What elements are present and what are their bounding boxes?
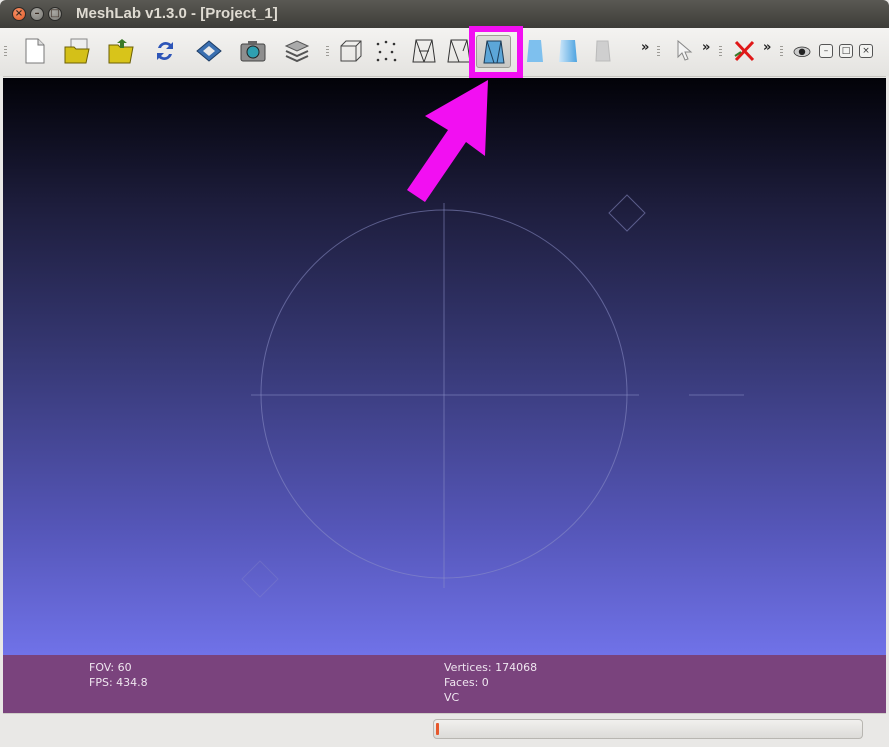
3d-viewport[interactable] [3, 78, 886, 655]
subwindow-close-button[interactable]: × [859, 44, 873, 58]
texture-mode-button[interactable] [588, 36, 618, 66]
reload-icon [157, 42, 173, 60]
toolbar-overflow-button[interactable]: » [763, 40, 771, 55]
fov-readout: FOV: 60 [89, 661, 132, 674]
delete-red-x-icon [734, 40, 755, 62]
annotation-arrow [407, 80, 488, 202]
trackball-diamond [608, 194, 646, 232]
layers-button[interactable] [282, 36, 312, 66]
close-window-button[interactable]: × [12, 7, 26, 21]
new-document-icon [25, 38, 45, 64]
bounding-box-icon [340, 40, 362, 62]
toolbar-overflow-button[interactable]: » [641, 40, 649, 55]
select-pointer-icon [677, 39, 693, 61]
wireframe-mode-button[interactable] [409, 36, 439, 66]
points-icon [376, 40, 397, 62]
import-mesh-button[interactable] [106, 36, 136, 66]
close-icon: × [14, 8, 24, 19]
progress-bar [433, 719, 863, 739]
toolbar-grip[interactable] [326, 46, 329, 56]
toolbar-grip[interactable] [780, 46, 783, 56]
title-bar: × – □ MeshLab v1.3.0 - [Project_1] [0, 0, 889, 28]
smooth-shading-icon [559, 40, 577, 62]
bounding-box-mode-button[interactable] [336, 36, 366, 66]
window-border-left [0, 76, 3, 746]
fps-readout: FPS: 434.8 [89, 676, 148, 689]
open-project-icon [64, 38, 90, 64]
minimize-icon: – [823, 46, 829, 56]
toolbar-grip[interactable] [719, 46, 722, 56]
open-folder-icon [108, 39, 134, 64]
subwindow-restore-button[interactable]: □ [839, 44, 853, 58]
maximize-window-button[interactable]: □ [48, 7, 62, 21]
maximize-icon: □ [50, 8, 60, 19]
toolbar-overflow-button[interactable]: » [702, 40, 710, 55]
trackball-diamond [241, 560, 279, 598]
view-eye-button[interactable] [790, 36, 814, 66]
annotation-highlight-box [469, 26, 523, 78]
new-project-button[interactable] [19, 36, 49, 66]
eye-icon [793, 46, 811, 57]
window-title: MeshLab v1.3.0 - [Project_1] [76, 5, 278, 22]
snapshot-button[interactable] [238, 36, 268, 66]
delete-button[interactable] [729, 36, 759, 66]
save-button[interactable] [194, 36, 224, 66]
vertices-readout: Vertices: 174068 [444, 661, 538, 674]
info-bar: FOV: 60 FPS: 434.8 Vertices: 174068 Face… [3, 655, 886, 713]
toolbar-grip[interactable] [657, 46, 660, 56]
faces-readout: Faces: 0 [444, 676, 489, 689]
vc-readout: VC [444, 691, 460, 704]
snapshot-camera-icon [240, 41, 266, 62]
open-project-button[interactable] [62, 36, 92, 66]
flat-shading-icon [527, 40, 543, 62]
subwindow-minimize-button[interactable]: – [819, 44, 833, 58]
points-mode-button[interactable] [372, 36, 402, 66]
select-pointer-button[interactable] [668, 36, 698, 66]
flat-shading-mode-button[interactable] [520, 36, 550, 66]
minimize-window-button[interactable]: – [30, 7, 44, 21]
status-bar [0, 713, 889, 747]
reload-button[interactable] [150, 36, 180, 66]
trackball-overlay [241, 80, 744, 598]
smooth-shading-mode-button[interactable] [553, 36, 583, 66]
minimize-icon: – [34, 8, 40, 19]
save-disk-icon [196, 40, 222, 62]
restore-icon: □ [841, 46, 851, 56]
layers-icon [284, 40, 310, 63]
texture-icon [595, 40, 611, 62]
wireframe-icon [412, 39, 436, 63]
toolbar-grip[interactable] [4, 46, 7, 56]
close-icon: × [862, 46, 870, 56]
progress-fill [436, 723, 439, 735]
